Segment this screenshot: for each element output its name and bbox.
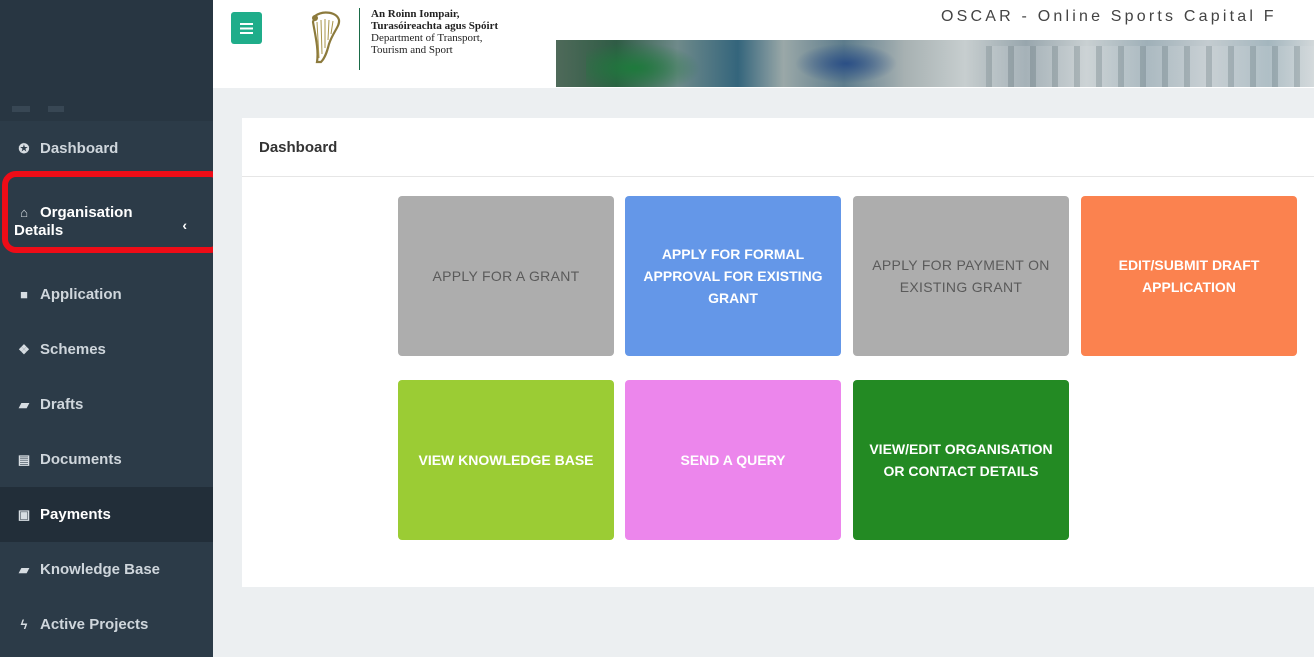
sidebar-item-label: Drafts xyxy=(40,396,84,413)
sidebar-item-label: Active Projects xyxy=(40,616,149,633)
sidebar-item-drafts[interactable]: ▰ Drafts xyxy=(0,377,213,432)
apply-formal-approval-tile[interactable]: APPLY FOR FORMAL APPROVAL FOR EXISTING G… xyxy=(625,196,841,356)
sidebar-item-active-projects[interactable]: ϟ Active Projects xyxy=(0,597,213,652)
chevron-left-icon[interactable]: ‹ xyxy=(182,217,187,233)
sidebar-item-dashboard[interactable]: ✪ Dashboard xyxy=(0,121,213,176)
apply-for-payment-tile[interactable]: APPLY FOR PAYMENT ON EXISTING GRANT xyxy=(853,196,1069,356)
folder-icon: ■ xyxy=(20,287,28,302)
sidebar-item-label: Knowledge Base xyxy=(40,561,161,578)
logo-divider xyxy=(359,8,360,70)
sidebar-item-documents[interactable]: ▤ Documents xyxy=(0,432,213,487)
send-query-tile[interactable]: SEND A QUERY xyxy=(625,380,841,540)
sidebar-item-label: Details xyxy=(14,221,64,239)
header-banner-image xyxy=(556,40,1314,87)
view-knowledge-base-tile[interactable]: VIEW KNOWLEDGE BASE xyxy=(398,380,614,540)
menu-toggle-button[interactable] xyxy=(231,12,262,44)
sidebar-logo-area xyxy=(0,0,213,121)
sidebar-item-label: Application xyxy=(40,286,122,303)
department-irish-line2: Turasóireachta agus Spóirt xyxy=(371,20,499,32)
department-english-line2: Tourism and Sport xyxy=(371,44,453,56)
sidebar-item-label: Documents xyxy=(40,451,122,468)
bolt-icon: ϟ xyxy=(20,617,28,632)
folder-open-icon: ▰ xyxy=(19,396,29,412)
book-icon: ▰ xyxy=(19,561,29,577)
edit-submit-draft-tile[interactable]: EDIT/SUBMIT DRAFT APPLICATION xyxy=(1081,196,1297,356)
sidebar-item-label: Payments xyxy=(40,506,111,523)
department-name: An Roinn Iompair, Turasóireachta agus Sp… xyxy=(371,8,498,56)
cc-icon: ▣ xyxy=(17,506,31,522)
file-text-icon: ▤ xyxy=(17,451,31,467)
top-header: An Roinn Iompair, Turasóireachta agus Sp… xyxy=(213,0,1314,88)
department-irish-line1: An Roinn Iompair, xyxy=(371,8,460,20)
sidebar-nav: ✪ Dashboard ⌂ Organisation Details ‹ ■ Ap… xyxy=(0,121,213,652)
view-edit-organisation-tile[interactable]: VIEW/EDIT ORGANISATION OR CONTACT DETAIL… xyxy=(853,380,1069,540)
tachometer-icon: ✪ xyxy=(18,140,30,156)
department-english-line1: Department of Transport, xyxy=(371,32,483,44)
harp-logo-icon xyxy=(311,11,341,64)
sidebar-item-payments[interactable]: ▣ Payments xyxy=(0,487,213,542)
sidebar-item-knowledge-base[interactable]: ▰ Knowledge Base xyxy=(0,542,213,597)
hamburger-icon xyxy=(240,22,253,34)
sidebar: ✪ Dashboard ⌂ Organisation Details ‹ ■ Ap… xyxy=(0,0,213,657)
sidebar-item-application[interactable]: ■ Application xyxy=(0,267,213,322)
apply-for-grant-tile[interactable]: APPLY FOR A GRANT xyxy=(398,196,614,356)
app-title: OSCAR - Online Sports Capital F xyxy=(941,8,1277,25)
panel-header: Dashboard xyxy=(242,118,1314,177)
sidebar-item-organisation-details[interactable]: ⌂ Organisation Details ‹ xyxy=(0,176,213,267)
page-title: Dashboard xyxy=(259,139,338,156)
sidebar-item-label: Dashboard xyxy=(40,140,119,157)
sidebar-item-label: Schemes xyxy=(40,341,106,358)
cubes-icon: ❖ xyxy=(18,341,30,357)
sidebar-item-label: Organisation xyxy=(40,203,133,221)
sidebar-logo-placeholder xyxy=(12,106,122,112)
sidebar-item-schemes[interactable]: ❖ Schemes xyxy=(0,322,213,377)
home-icon: ⌂ xyxy=(20,204,28,220)
